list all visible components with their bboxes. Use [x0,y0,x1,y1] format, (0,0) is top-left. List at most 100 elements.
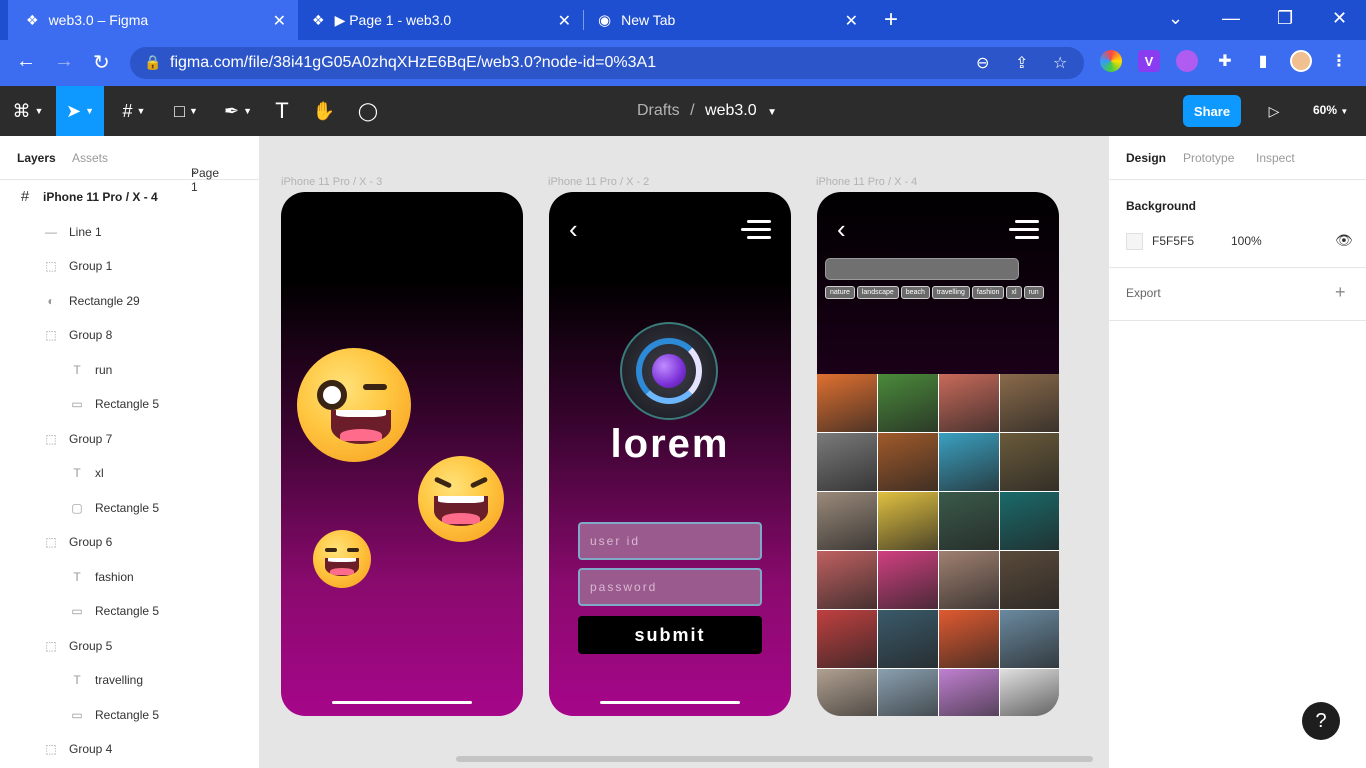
category-chip[interactable]: run [1023,286,1044,299]
frame-splash[interactable] [281,192,523,716]
share-button[interactable]: Share [1183,95,1241,127]
present-play-icon[interactable]: ▷ [1260,86,1288,136]
restore-button[interactable]: ❐ [1277,8,1293,29]
category-chip[interactable]: landscape [856,286,899,299]
layer-row[interactable]: ▭ Rectangle 5 [0,698,260,732]
close-window-button[interactable]: ✕ [1332,8,1347,29]
tab-design[interactable]: Design [1126,151,1166,165]
photo-thumbnail[interactable] [878,433,938,491]
horizontal-scrollbar[interactable] [456,756,1093,762]
back-chevron-icon[interactable]: ‹ [569,214,578,245]
gallery-search-bar[interactable] [825,258,1019,280]
bookmark-star-icon[interactable]: ☆ [1053,53,1067,73]
move-tool-icon[interactable]: ➤ ▼ [56,86,104,136]
browser-tab-figma[interactable]: ❖ web3.0 – Figma ✕ [8,0,298,40]
photo-thumbnail[interactable] [1000,374,1059,432]
close-tab-icon[interactable]: ✕ [273,11,286,31]
layer-row[interactable]: ⬚ Group 5 [0,629,260,663]
layer-row[interactable]: ⬚ Group 8 [0,318,260,352]
photo-thumbnail[interactable] [817,551,877,609]
photo-thumbnail[interactable] [1000,551,1059,609]
photo-thumbnail[interactable] [939,374,999,432]
share-page-icon[interactable]: ⇪ [1015,53,1028,73]
category-chip[interactable]: travelling [931,286,970,299]
photo-thumbnail[interactable] [878,551,938,609]
photo-thumbnail[interactable] [817,610,877,668]
photo-thumbnail[interactable] [1000,433,1059,491]
layer-row[interactable]: ⬚ Group 4 [0,732,260,766]
layer-row[interactable]: — Line 1 [0,215,260,249]
password-field[interactable]: password [578,568,762,606]
photo-thumbnail[interactable] [817,669,877,716]
reload-button[interactable]: ↻ [93,50,110,75]
photo-thumbnail[interactable] [878,669,938,716]
layer-row[interactable]: ⬚ Group 1 [0,249,260,283]
layer-row[interactable]: Trun [0,353,260,387]
photo-thumbnail[interactable] [878,492,938,550]
user-id-field[interactable]: user id [578,522,762,560]
extensions-puzzle-icon[interactable]: ✚ [1214,50,1236,72]
layer-row[interactable]: # iPhone 11 Pro / X - 4 [0,180,260,214]
colorpick-extension-icon[interactable] [1100,50,1122,72]
layer-row[interactable]: ⬚ Group 6 [0,525,260,559]
zoom-level[interactable]: 60% ▼ [1313,103,1348,117]
layer-row[interactable]: ▭ Rectangle 5 [0,594,260,628]
v-extension-icon[interactable]: V [1138,50,1160,72]
pen-tool-icon[interactable]: ✒ ▼ [216,86,260,136]
main-menu-icon[interactable]: ⌘ ▼ [8,86,48,136]
photo-thumbnail[interactable] [1000,492,1059,550]
photo-thumbnail[interactable] [817,374,877,432]
layer-row[interactable]: Txl [0,456,260,490]
photo-thumbnail[interactable] [939,551,999,609]
back-button[interactable]: ← [16,50,36,73]
close-tab-icon[interactable]: ✕ [558,11,571,31]
photo-thumbnail[interactable] [939,610,999,668]
new-tab-button[interactable]: + [884,6,898,34]
photo-thumbnail[interactable] [939,669,999,716]
tab-layers[interactable]: Layers [17,151,56,165]
photo-thumbnail[interactable] [817,492,877,550]
photo-thumbnail[interactable] [939,492,999,550]
file-name[interactable]: web3.0 [705,102,757,119]
frame-login[interactable]: ‹ lorem user id password submit [549,192,791,716]
tab-prototype[interactable]: Prototype [1183,151,1234,165]
layer-row[interactable]: Ttravelling [0,663,260,697]
frame-tool-icon[interactable]: # ▼ [112,86,156,136]
chrome-menu-icon[interactable]: ⋮ [1328,50,1350,72]
help-button[interactable]: ? [1302,702,1340,740]
photo-thumbnail[interactable] [1000,610,1059,668]
comment-tool-icon[interactable]: ◯ [352,86,384,136]
browser-tab-page1[interactable]: ❖ ▶ Page 1 - web3.0 ✕ [298,0,583,40]
tab-inspect[interactable]: Inspect [1256,151,1295,165]
background-opacity[interactable]: 100% [1231,234,1262,248]
frame-label[interactable]: iPhone 11 Pro / X - 4 [816,176,917,188]
photo-thumbnail[interactable] [878,374,938,432]
photo-thumbnail[interactable] [817,433,877,491]
tab-assets[interactable]: Assets [72,151,108,165]
breadcrumb-drafts[interactable]: Drafts [637,102,680,119]
photo-thumbnail[interactable] [878,610,938,668]
hamburger-menu-icon[interactable] [1009,220,1039,244]
photo-thumbnail[interactable] [939,433,999,491]
submit-button[interactable]: submit [578,616,762,654]
side-panel-icon[interactable]: ▮ [1252,50,1274,72]
tab-search-icon[interactable]: ⌄ [1168,8,1183,29]
category-chip[interactable]: fashion [971,286,1005,299]
frame-label[interactable]: iPhone 11 Pro / X - 3 [281,176,382,188]
figma-canvas[interactable]: iPhone 11 Pro / X - 3 iPhone 11 Pro / X … [260,136,1108,768]
profile-avatar[interactable] [1290,50,1312,72]
browser-tab-newtab[interactable]: ◉ New Tab ✕ [584,0,870,40]
hamburger-menu-icon[interactable] [741,220,771,244]
background-color-swatch[interactable] [1126,233,1143,250]
add-export-button[interactable]: + [1335,282,1346,303]
frame-label[interactable]: iPhone 11 Pro / X - 2 [548,176,649,188]
eye-icon[interactable]: 👁 [1335,232,1353,249]
background-hex[interactable]: F5F5F5 [1152,234,1194,248]
zoom-icon[interactable]: ⊖ [976,53,989,73]
chevron-down-icon[interactable]: ▼ [767,107,777,118]
frame-gallery[interactable]: ‹ nature landscape beach travelling fashion x… [817,192,1059,716]
category-chip[interactable]: xl [1006,286,1022,299]
layer-row[interactable]: ▢ Rectangle 5 [0,491,260,525]
address-bar[interactable]: 🔒 figma.com/file/38i41gG05A0zhqXHzE6BqE/… [130,47,1084,79]
back-chevron-icon[interactable]: ‹ [837,214,846,245]
